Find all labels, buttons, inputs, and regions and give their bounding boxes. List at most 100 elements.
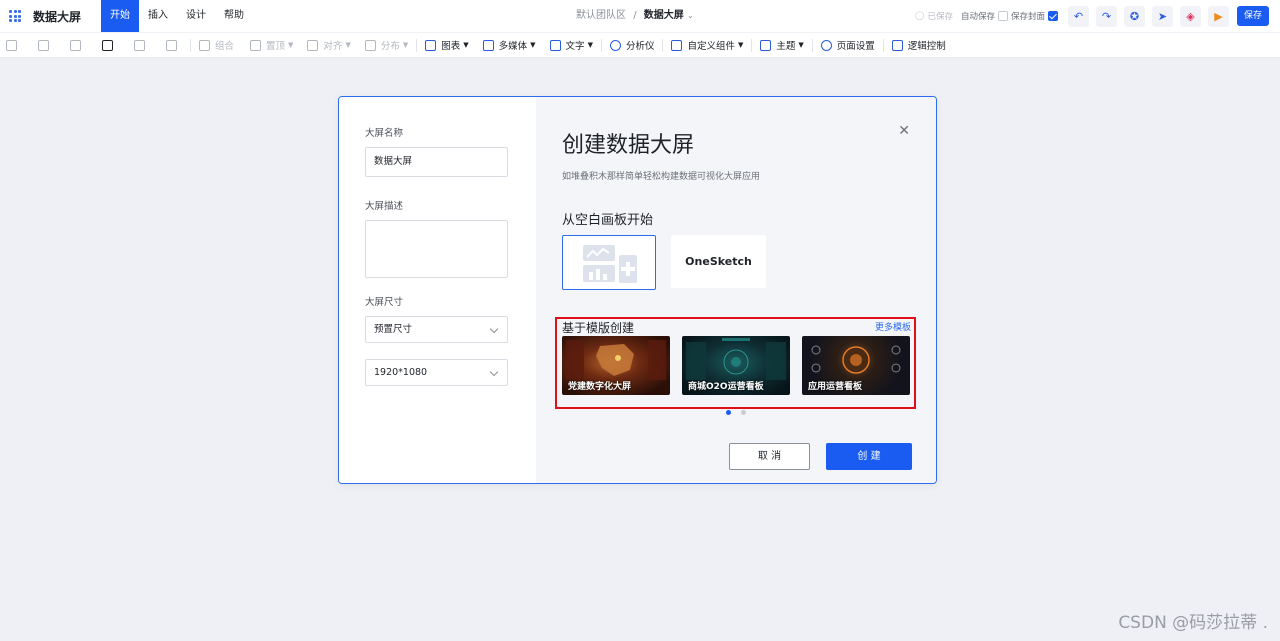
undo-icon[interactable]: ↶ xyxy=(1067,5,1089,27)
fill-tool[interactable] xyxy=(102,33,118,58)
analyzer-label: 分析仪 xyxy=(625,41,655,52)
carousel-dot[interactable] xyxy=(741,410,746,415)
top-tool[interactable]: 置顶 ▼ xyxy=(250,33,293,58)
save-button[interactable]: 保存 xyxy=(1236,6,1269,26)
logic-control-tool[interactable]: 逻辑控制 xyxy=(891,33,946,58)
onesketch-option[interactable]: OneSketch xyxy=(671,235,766,288)
distribute-icon xyxy=(364,39,376,51)
caret-down-icon: ▼ xyxy=(587,41,593,49)
size-preset-value: 预置尺寸 xyxy=(374,324,413,335)
caret-down-icon: ▼ xyxy=(345,41,351,49)
lock-icon xyxy=(134,39,145,51)
page-settings-label: 页面设置 xyxy=(836,41,875,52)
save-cover-checkbox[interactable] xyxy=(1047,11,1058,21)
name-input[interactable]: 数据大屏 xyxy=(365,147,508,177)
blank-dashboard-icon xyxy=(583,244,637,283)
template-card[interactable]: 党建数字化大屏 xyxy=(562,336,670,395)
delete-tool[interactable] xyxy=(38,33,54,58)
size-label: 大屏尺寸 xyxy=(365,297,404,308)
size-value-select[interactable]: 1920*1080 xyxy=(365,359,508,386)
dialog-form-panel: 大屏名称 数据大屏 大屏描述 大屏尺寸 预置尺寸 1920*1080 xyxy=(339,97,536,483)
align-tool[interactable]: 对齐 ▼ xyxy=(307,33,351,58)
size-preset-select[interactable]: 预置尺寸 xyxy=(365,316,508,343)
caret-down-icon: ▼ xyxy=(288,41,294,49)
carousel-dot[interactable] xyxy=(726,410,731,415)
template-card[interactable]: 应用运营看板 xyxy=(802,336,910,395)
custom-component-tool[interactable]: 自定义组件 ▼ xyxy=(671,33,743,58)
blank-canvas-title: 从空白画板开始 xyxy=(562,213,654,228)
logic-icon xyxy=(891,39,903,51)
caret-down-icon: ▼ xyxy=(530,41,536,49)
create-dialog: 大屏名称 数据大屏 大屏描述 大屏尺寸 预置尺寸 1920*1080 ✕ 创建数… xyxy=(338,96,937,484)
chart-tool[interactable]: 图表 ▼ xyxy=(425,33,469,58)
save-cover-label: 保存封面 xyxy=(1010,12,1045,22)
distribute-label: 分布 xyxy=(380,41,400,52)
more-templates-link[interactable]: 更多模板 xyxy=(875,320,911,333)
menu-help[interactable]: 帮助 xyxy=(215,0,253,32)
divider xyxy=(662,38,664,52)
divider xyxy=(600,38,602,52)
theme-label: 主题 xyxy=(776,41,796,52)
theme-tool[interactable]: 主题 ▼ xyxy=(760,33,804,58)
divider xyxy=(882,38,884,52)
chart-label: 图表 xyxy=(441,41,461,52)
close-icon[interactable]: ✕ xyxy=(898,123,910,139)
app-title: 数据大屏 xyxy=(33,9,82,24)
menu-start[interactable]: 开始 xyxy=(101,0,140,32)
dialog-content-panel: ✕ 创建数据大屏 如堆叠积木那样简单轻松构建数据可视化大屏应用 从空白画板开始 … xyxy=(536,97,936,483)
auto-save-label: 自动保存 xyxy=(960,12,995,22)
divider xyxy=(416,38,418,52)
create-button[interactable]: 创 建 xyxy=(826,443,912,470)
description-label: 大屏描述 xyxy=(365,201,404,212)
description-textarea[interactable] xyxy=(365,220,508,278)
page-settings-tool[interactable]: 页面设置 xyxy=(820,33,875,58)
blank-canvas-option[interactable] xyxy=(562,235,656,290)
template-card[interactable]: 商城O2O运营看板 xyxy=(682,336,790,395)
menu-insert[interactable]: 插入 xyxy=(139,0,177,32)
logic-control-label: 逻辑控制 xyxy=(907,41,946,52)
eraser-icon xyxy=(70,39,81,51)
text-tool[interactable]: 文字 ▼ xyxy=(549,33,593,58)
breadcrumb-team[interactable]: 默认团队区 xyxy=(576,10,626,21)
gear-icon xyxy=(820,39,832,51)
component-icon xyxy=(671,39,683,51)
distribute-tool[interactable]: 分布 ▼ xyxy=(364,33,409,58)
main-menu: 开始 插入 设计 帮助 xyxy=(101,0,253,32)
text-label: 文字 xyxy=(565,41,585,52)
fill-icon xyxy=(102,39,113,51)
send-icon[interactable]: ➤ xyxy=(1151,5,1173,27)
top-label: 置顶 xyxy=(266,41,286,52)
divider xyxy=(751,38,753,52)
align-label: 对齐 xyxy=(323,41,343,52)
chevron-down-icon[interactable]: ⌄ xyxy=(687,11,694,20)
copy-tool[interactable] xyxy=(6,33,22,58)
redo-icon[interactable]: ↷ xyxy=(1095,5,1117,27)
menu-design[interactable]: 设计 xyxy=(177,0,215,32)
preview-play-icon[interactable]: ▶ xyxy=(1207,5,1229,27)
layers-icon xyxy=(250,39,262,51)
caret-down-icon: ▼ xyxy=(402,41,409,49)
analyzer-tool[interactable]: 分析仪 xyxy=(609,33,655,58)
media-tool[interactable]: 多媒体 ▼ xyxy=(482,33,536,58)
toolbar: 组合 置顶 ▼ 对齐 ▼ 分布 ▼ 图表 ▼ 多媒体 ▼ 文字 ▼ 分析仪 自定义组件 ▼ 主… xyxy=(0,33,1280,58)
watermark: CSDN @码莎拉蒂 . xyxy=(1118,613,1268,633)
template-name: 应用运营看板 xyxy=(808,382,863,392)
template-cards: 党建数字化大屏 商城O2O运营看板 应用运营看板 xyxy=(562,336,910,395)
eraser-tool[interactable] xyxy=(70,33,86,58)
basket-tool[interactable] xyxy=(166,33,182,58)
template-name: 商城O2O运营看板 xyxy=(688,382,764,392)
cancel-button[interactable]: 取 消 xyxy=(729,443,810,470)
breadcrumb-separator: / xyxy=(633,10,637,21)
group-tool[interactable]: 组合 xyxy=(199,33,234,58)
size-value: 1920*1080 xyxy=(374,367,428,378)
breadcrumb-current[interactable]: 数据大屏 xyxy=(644,10,684,21)
custom-component-label: 自定义组件 xyxy=(687,41,735,52)
auto-save-checkbox[interactable] xyxy=(997,11,1008,21)
saved-status: 已保存 xyxy=(927,12,953,22)
magic-icon[interactable]: ✪ xyxy=(1123,5,1145,27)
breadcrumb: 默认团队区 / 数据大屏 ⌄ xyxy=(576,0,694,32)
lock-tool[interactable] xyxy=(134,33,150,58)
apps-grid-icon[interactable] xyxy=(9,10,21,22)
share-icon[interactable]: ◈ xyxy=(1179,5,1201,27)
dialog-subtitle: 如堆叠积木那样简单轻松构建数据可视化大屏应用 xyxy=(562,172,761,182)
